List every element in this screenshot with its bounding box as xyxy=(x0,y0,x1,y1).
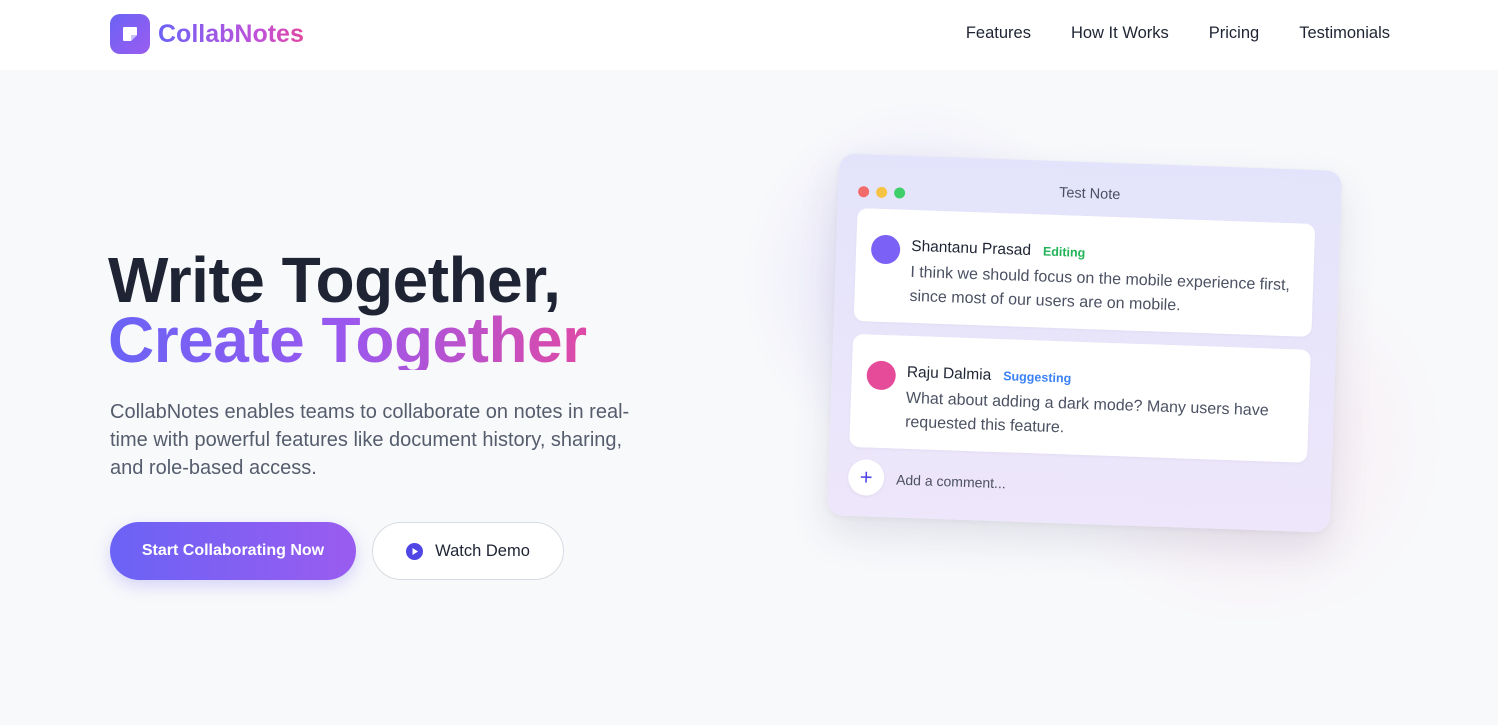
status-badge: Suggesting xyxy=(1002,369,1072,386)
avatar xyxy=(870,234,901,265)
comment-text: What about adding a dark mode? Many user… xyxy=(904,389,1269,437)
hero-description: CollabNotes enables teams to collaborate… xyxy=(110,401,630,479)
nav-link-testimonials[interactable]: Testimonials xyxy=(1299,24,1390,43)
nav-link-pricing[interactable]: Pricing xyxy=(1209,24,1259,43)
comment-text: I think we should focus on the mobile ex… xyxy=(909,263,1291,315)
status-badge: Editing xyxy=(1042,244,1086,260)
note-icon xyxy=(110,14,150,54)
avatar xyxy=(866,360,897,391)
comment-card: Shantanu Prasad Editing I think we shoul… xyxy=(853,207,1316,337)
hero-title-line2: Create Together xyxy=(108,304,587,376)
comment-header: Raju Dalmia Suggesting xyxy=(907,364,1072,388)
nav-link-how-it-works[interactable]: How It Works xyxy=(1071,24,1169,43)
watch-demo-label: Watch Demo xyxy=(435,541,530,560)
nav-link-features[interactable]: Features xyxy=(966,24,1031,43)
add-comment-input[interactable] xyxy=(893,467,1159,501)
add-comment-button[interactable]: + xyxy=(847,458,885,497)
note-preview-card: Test Note Shantanu Prasad Editing I thin… xyxy=(826,153,1343,533)
comment-header: Shantanu Prasad Editing xyxy=(911,238,1086,262)
start-collaborating-button[interactable]: Start Collaborating Now xyxy=(110,522,356,580)
brand-name: CollabNotes xyxy=(158,19,304,48)
note-title: Test Note xyxy=(1058,185,1121,204)
site-header: CollabNotes Features How It Works Pricin… xyxy=(0,0,1498,70)
comment-author: Raju Dalmia xyxy=(906,363,992,384)
comment-card: Raju Dalmia Suggesting What about adding… xyxy=(849,333,1311,463)
logo[interactable]: CollabNotes xyxy=(110,14,304,54)
watch-demo-button[interactable]: Watch Demo xyxy=(372,522,564,580)
hero-title-line1: Write Together, xyxy=(108,244,561,316)
comment-author: Shantanu Prasad xyxy=(910,237,1032,260)
main-nav: Features How It Works Pricing Testimonia… xyxy=(966,24,1390,43)
play-icon xyxy=(406,542,424,560)
hero-title: Write Together, Create Together xyxy=(108,244,587,376)
